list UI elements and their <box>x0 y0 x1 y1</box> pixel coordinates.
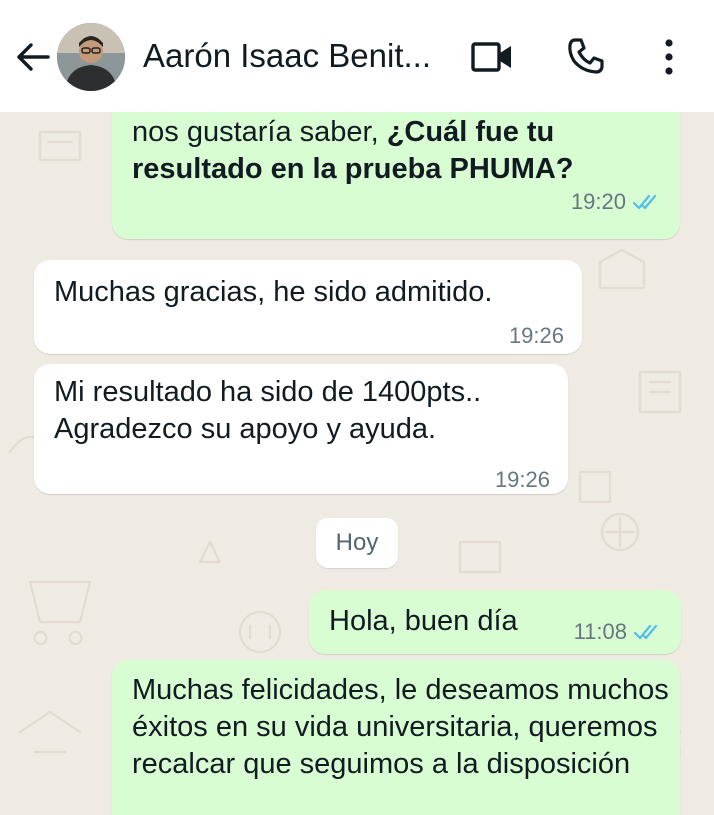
double-check-icon <box>632 194 657 209</box>
message-meta: 19:20 <box>571 183 662 220</box>
message-bubble-outgoing[interactable]: Muchas felicidades, le deseamos muchos é… <box>112 660 680 815</box>
message-text: nos gustaría saber, ¿Cuál fue tu resulta… <box>132 116 574 185</box>
phone-call-icon[interactable] <box>566 36 606 76</box>
double-check-icon <box>633 624 658 639</box>
chat-header: Aarón Isaac Benit... <box>0 0 714 112</box>
message-line: Agradezco su apoyo y ayuda. <box>54 413 437 445</box>
message-bubble-incoming[interactable]: Mi resultado ha sido de 1400pts.. Agrade… <box>34 364 568 494</box>
avatar-photo <box>57 23 125 91</box>
contact-name[interactable]: Aarón Isaac Benit... <box>143 36 453 76</box>
message-meta: 11:08 <box>574 613 663 650</box>
message-text: Mi resultado ha sido de 1400pts.. Agrade… <box>54 374 554 448</box>
message-time: 19:26 <box>508 323 564 348</box>
back-arrow-icon[interactable] <box>14 38 52 76</box>
message-bubble-incoming[interactable]: Muchas gracias, he sido admitido. <box>34 260 582 354</box>
more-options-icon[interactable] <box>656 36 682 78</box>
message-list[interactable]: nos gustaría saber, ¿Cuál fue tu resulta… <box>0 112 714 815</box>
date-separator: Hoy <box>316 518 398 568</box>
avatar[interactable] <box>57 23 125 91</box>
message-time: 11:08 <box>573 619 627 644</box>
message-time: 19:20 <box>570 189 626 214</box>
message-text: Muchas gracias, he sido admitido. <box>54 276 493 308</box>
message-text: Muchas felicidades, le deseamos muchos é… <box>132 674 669 780</box>
message-bubble-outgoing[interactable]: Hola, buen día 11:08 <box>309 590 681 654</box>
message-line: Mi resultado ha sido de 1400pts.. <box>54 376 482 408</box>
message-bubble-outgoing[interactable]: nos gustaría saber, ¿Cuál fue tu resulta… <box>112 112 680 239</box>
message-text: Hola, buen día <box>329 605 518 637</box>
video-call-icon[interactable] <box>470 38 514 76</box>
message-time: 19:26 <box>494 467 550 492</box>
